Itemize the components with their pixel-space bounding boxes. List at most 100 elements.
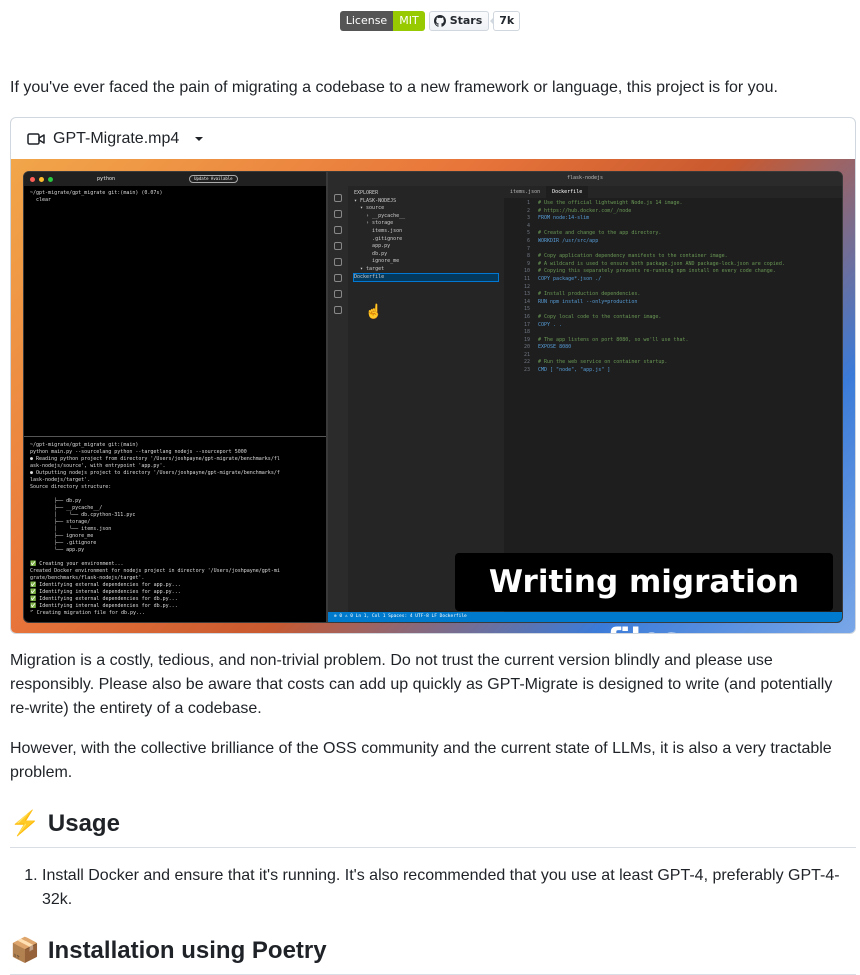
code-line: 7 [514, 246, 842, 254]
code-text: # Install production dependencies. [538, 291, 641, 298]
close-dot-icon [30, 176, 35, 182]
source-control-icon [334, 226, 342, 234]
line-number: 17 [523, 321, 530, 328]
video-summary[interactable]: GPT-Migrate.mp4 [11, 118, 855, 159]
files-icon [334, 194, 342, 202]
tractable-paragraph: However, with the collective brilliance … [10, 740, 832, 781]
line-number: 7 [526, 245, 530, 252]
video-filename: GPT-Migrate.mp4 [53, 129, 180, 147]
video-camera-icon [27, 132, 45, 145]
line-number: 21 [523, 351, 530, 358]
code-text: # Copy local code to the container image… [538, 313, 662, 320]
explorer-tree: EXPLORER ▾ FLASK-NODEJS ▾ source › __pyc… [354, 190, 406, 272]
line-number: 18 [523, 329, 530, 336]
code-area: 1 # Use the official lightweight Node.js … [504, 198, 842, 375]
search-icon [334, 210, 342, 218]
code-text: COPY . . [538, 321, 563, 328]
intro-paragraph: If you've ever faced the pain of migrati… [10, 79, 778, 96]
testing-icon [334, 290, 342, 298]
code-line: 20 EXPOSE 8080 [514, 344, 842, 352]
install-title: Installation using Poetry [47, 937, 327, 964]
update-available-badge: Update Available [189, 175, 238, 183]
line-number: 10 [523, 268, 530, 275]
line-number: 9 [526, 260, 530, 267]
code-line: 17 COPY . . [514, 322, 842, 330]
badge-row: License MIT Stars 7k [0, 11, 860, 31]
line-number: 23 [523, 367, 530, 374]
license-badge-value: MIT [393, 11, 425, 31]
stars-count[interactable]: 7k [490, 11, 521, 31]
code-line: 21 [514, 352, 842, 360]
code-line: 18 [514, 329, 842, 337]
code-text: # Copy application dependency manifests … [538, 253, 728, 260]
line-number: 2 [526, 207, 530, 214]
code-text: # The app listens on port 8080, so we'll… [538, 336, 689, 343]
line-number: 19 [523, 336, 530, 343]
maximize-dot-icon [48, 176, 53, 182]
video-caption: Writing migration files [455, 553, 833, 633]
license-badge[interactable]: License MIT [339, 11, 425, 31]
code-text: EXPOSE 8080 [538, 344, 572, 351]
code-text: # Create and change to the app directory… [538, 230, 662, 237]
line-number: 16 [523, 313, 530, 320]
install-heading: 📦 Installation using Poetry [10, 936, 856, 975]
line-number: 11 [523, 275, 530, 282]
line-number: 12 [523, 283, 530, 290]
terminal-window: python Update Available ~/gpt-migrate/gp… [23, 171, 327, 623]
editor-tabs: items.json Dockerfile [504, 186, 842, 198]
license-badge-label: License [339, 11, 394, 31]
line-number: 5 [526, 230, 530, 237]
code-line: 3 FROM node:14-slim [514, 215, 842, 223]
code-line: 19 # The app listens on port 8080, so we'… [514, 337, 842, 345]
github-icon [433, 15, 446, 27]
code-line: 16 # Copy local code to the container ima… [514, 314, 842, 322]
activity-bar [328, 186, 348, 612]
editor-pane: items.json Dockerfile 1 # Use the officia… [504, 186, 842, 612]
code-text: WORKDIR /usr/src/app [538, 237, 599, 244]
code-text: # Run the web service on container start… [538, 359, 668, 366]
usage-heading: ⚡ Usage [10, 809, 856, 848]
line-number: 3 [526, 215, 530, 222]
code-text: # A wildcard is used to ensure both pack… [538, 260, 785, 267]
code-line: 9 # A wildcard is used to ensure both pac… [514, 261, 842, 269]
docker-icon [334, 306, 342, 314]
line-number: 14 [523, 298, 530, 305]
code-text: RUN npm install --only=production [538, 298, 638, 305]
code-text: # Use the official lightweight Node.js 1… [538, 200, 683, 206]
mouse-pointer-icon: ☝ [365, 303, 383, 319]
code-line: 10 # Copying this separately prevents re-… [514, 268, 842, 276]
list-item: Install Docker and ensure that it's runn… [42, 864, 842, 912]
line-number: 1 [526, 200, 530, 206]
video-embed: GPT-Migrate.mp4 python Update Available … [10, 117, 856, 634]
terminal-top-output: ~/gpt-migrate/gpt_migrate git:(main) (0.… [30, 190, 163, 203]
remote-icon [334, 274, 342, 282]
code-line: 6 WORKDIR /usr/src/app [514, 238, 842, 246]
code-text: # https://hub.docker.com/_/node [538, 207, 632, 214]
code-line: 12 [514, 284, 842, 292]
stars-badge-label-wrap: Stars [428, 11, 490, 31]
code-text: COPY package*.json ./ [538, 275, 602, 282]
code-line: 22 # Run the web service on container sta… [514, 359, 842, 367]
code-text: # Copying this separately prevents re-ru… [538, 268, 776, 275]
explorer-selected-file: Dockerfile [353, 272, 499, 283]
line-number: 20 [523, 344, 530, 351]
code-text: FROM node:14-slim [538, 215, 590, 222]
code-line: 5 # Create and change to the app director… [514, 230, 842, 238]
video-player[interactable]: python Update Available ~/gpt-migrate/gp… [11, 159, 855, 633]
vscode-status-bar: ⊗ 0 ⚠ 0 Ln 1, Col 1 Spaces: 4 UTF-8 LF D… [328, 612, 842, 622]
explorer-panel: EXPLORER ▾ FLASK-NODEJS ▾ source › __pyc… [348, 186, 504, 612]
tab-items-json: items.json [510, 189, 541, 195]
line-number: 4 [526, 222, 530, 229]
stars-badge[interactable]: Stars 7k [428, 11, 521, 31]
terminal-titlebar: python Update Available [24, 172, 326, 186]
usage-title: Usage [47, 810, 120, 837]
code-line: 23 CMD [ "node", "app.js" ] [514, 367, 842, 375]
vscode-window-title: flask-nodejs [566, 175, 604, 182]
code-line: 14 RUN npm install --only=production [514, 299, 842, 307]
code-line: 4 [514, 223, 842, 231]
minimize-dot-icon [39, 176, 44, 182]
lightning-icon: ⚡ [10, 810, 40, 837]
terminal-tab-title: python [97, 175, 116, 182]
stars-badge-label: Stars [449, 14, 483, 27]
code-line: 13 # Install production dependencies. [514, 291, 842, 299]
